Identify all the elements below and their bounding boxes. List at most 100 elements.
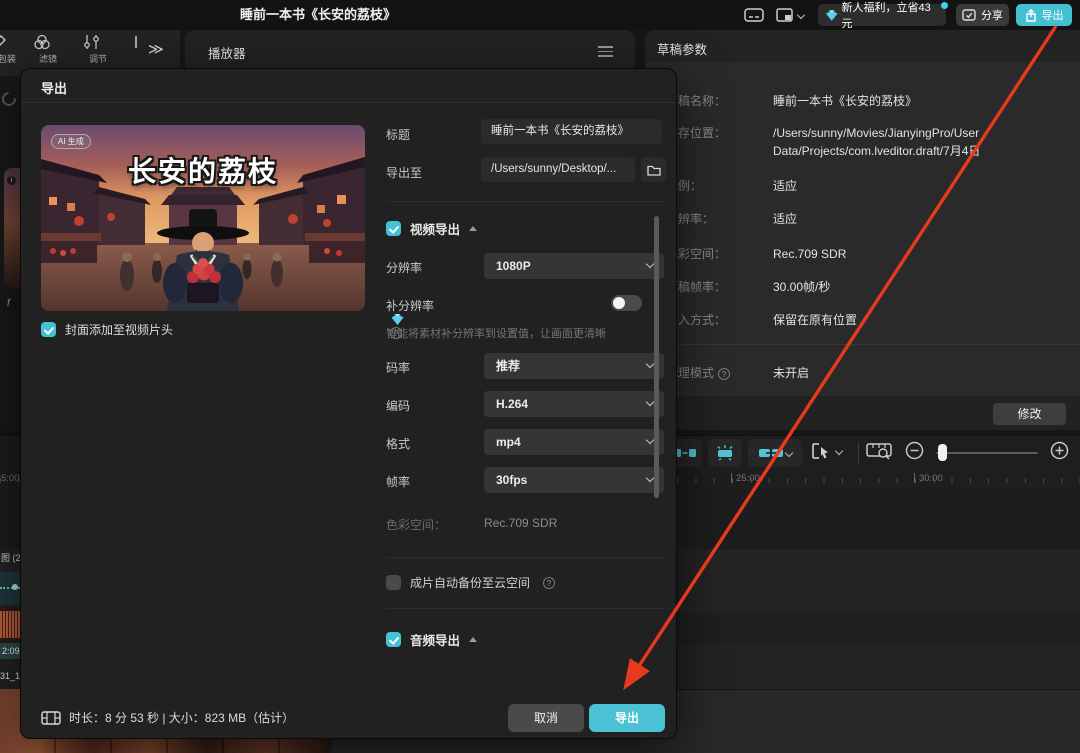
chevron-down-icon [646, 436, 654, 444]
folder-icon [647, 164, 661, 176]
timeline-zoom-slider-knob[interactable] [938, 444, 947, 461]
diamond-icon [826, 10, 838, 21]
ruler-label-25: 25:00 [736, 473, 760, 484]
fps-dropdown[interactable]: 30fps [484, 467, 664, 493]
chevron-down-icon [646, 474, 654, 482]
draft-fps-value: 30.00帧/秒 [773, 278, 1073, 296]
layout-chevron-icon[interactable] [797, 11, 805, 19]
title-input[interactable]: 睡前一本书《长安的荔枝》 [481, 119, 662, 144]
diamond-icon [391, 314, 404, 325]
select-tool-chevron-icon [835, 447, 843, 455]
resolution-dropdown[interactable]: 1080P [484, 253, 664, 279]
zoom-out-icon [905, 441, 924, 460]
cancel-button[interactable]: 取消 [508, 704, 584, 732]
export-confirm-button[interactable]: 导出 [589, 704, 665, 732]
toolbar-item-label: 滤镜 [33, 52, 63, 65]
colorspace-label: 色彩空间： [386, 516, 446, 533]
media-thumbnail[interactable]: i [4, 168, 20, 288]
export-info: 时长：8 分 53 秒 | 大小：823 MB（估计） [41, 709, 294, 726]
audio-export-checkbox[interactable] [386, 632, 401, 647]
draft-colorspace-value: Rec.709 SDR [773, 245, 1073, 263]
draft-panel-footer: 修改 [645, 396, 1080, 430]
media-library-panel: i f [0, 76, 20, 430]
vip-benefit-button[interactable]: 新人福利，立省43元 [818, 4, 946, 26]
adjust-icon [83, 34, 101, 50]
zoom-out-button[interactable] [905, 441, 924, 460]
toolbar-item-label: 调节 [83, 52, 113, 65]
cover-title-text: 长安的荔枝 [41, 150, 365, 190]
media-filename-fragment: f [7, 298, 10, 309]
proxy-mode-value: 未开启 [773, 364, 1073, 382]
toolbar-item-decor[interactable]: 包装 [0, 34, 22, 65]
chevron-down-icon [646, 398, 654, 406]
toolbar-item-adjust[interactable]: 调节 [83, 34, 113, 65]
cover-intro-checkbox[interactable] [41, 322, 56, 337]
toolbar-expand-button[interactable]: ≫ [148, 40, 162, 58]
cloud-backup-option[interactable]: 成片自动备份至云空间 ? [386, 574, 555, 591]
toolbar-divider [858, 442, 859, 464]
draft-resolution-value: 适应 [773, 210, 1073, 228]
timeline-zoom-slider[interactable] [936, 452, 1038, 454]
share-icon [962, 9, 976, 21]
help-icon[interactable]: ? [718, 368, 730, 380]
auto-snap-button[interactable] [708, 439, 742, 467]
codec-dropdown[interactable]: H.264 [484, 391, 664, 417]
bitrate-label: 码率 [386, 359, 410, 376]
share-button[interactable]: 分享 [956, 4, 1009, 26]
preview-axis-button[interactable] [866, 441, 892, 461]
link-button[interactable] [748, 439, 802, 467]
collapse-icon[interactable] [469, 637, 477, 642]
ruler-label-30: 30:00 [919, 473, 943, 484]
zoom-in-button[interactable] [1050, 441, 1069, 460]
video-export-label: 视频导出 [410, 219, 460, 238]
export-dialog: 导出 [20, 68, 677, 739]
cover-intro-label: 封面添加至视频片头 [65, 321, 173, 338]
video-export-section[interactable]: 视频导出 [386, 219, 477, 238]
super-resolution-hint: 智能将素材补分辨率到设置值，让画面更清晰 [386, 325, 606, 341]
draft-import-value: 保留在原有位置 [773, 311, 1073, 329]
draft-ratio-value: 适应 [773, 177, 1073, 195]
captions-icon[interactable] [744, 8, 764, 22]
audio-export-section[interactable]: 音频导出 [386, 630, 477, 649]
share-label: 分享 [981, 7, 1003, 23]
loading-spinner-icon [0, 89, 19, 109]
player-panel-title: 播放器 [208, 43, 246, 62]
draft-location-value: /Users/sunny/Movies/JianyingPro/User Dat… [773, 124, 1073, 160]
player-menu-icon[interactable] [598, 46, 613, 60]
cover-intro-option[interactable]: 封面添加至视频片头 [41, 321, 173, 338]
cloud-backup-checkbox[interactable] [386, 575, 401, 590]
audio-waveform-clip[interactable] [0, 607, 20, 642]
ruler-preview-icon [866, 441, 892, 461]
modify-button[interactable]: 修改 [993, 403, 1066, 425]
menubar: 睡前一本书《长安的荔枝》 新人福利，立省43元 分享 导出 [0, 0, 1080, 30]
dialog-scrollbar[interactable] [654, 216, 659, 498]
clip-duration-badge: 2:09 [0, 643, 20, 659]
help-icon[interactable]: ? [543, 577, 555, 589]
super-resolution-toggle[interactable] [611, 295, 642, 311]
audio-effect-clip[interactable] [0, 572, 20, 605]
vip-benefit-label: 新人福利，立省43元 [842, 0, 938, 31]
toolbar-item-filter[interactable]: 滤镜 [33, 34, 63, 65]
colorspace-value: Rec.709 SDR [484, 516, 557, 530]
auto-snap-icon [714, 445, 736, 461]
video-export-checkbox[interactable] [386, 221, 401, 236]
draft-panel-header: 草稿参数 [645, 30, 1080, 62]
collapse-icon[interactable] [469, 226, 477, 231]
film-icon [41, 710, 61, 726]
format-dropdown[interactable]: mp4 [484, 429, 664, 455]
ai-generated-badge: AI 生成 [51, 134, 91, 149]
zoom-in-icon [1050, 441, 1069, 460]
snap-icon [674, 447, 696, 459]
layout-icon[interactable] [776, 8, 793, 22]
export-button-top[interactable]: 导出 [1016, 4, 1072, 26]
title-field-label: 标题 [386, 126, 410, 143]
export-path-input[interactable]: /Users/sunny/Desktop/... [481, 157, 635, 182]
select-tool-button[interactable] [810, 441, 842, 461]
ruler-label-left: 5:00 [1, 473, 20, 484]
cover-preview[interactable]: AI 生成 长安的荔枝 [41, 125, 365, 311]
bitrate-dropdown[interactable]: 推荐 [484, 353, 664, 379]
format-label: 格式 [386, 435, 410, 452]
info-icon: i [7, 176, 16, 185]
filter-icon [33, 34, 51, 50]
browse-folder-button[interactable] [641, 157, 666, 182]
